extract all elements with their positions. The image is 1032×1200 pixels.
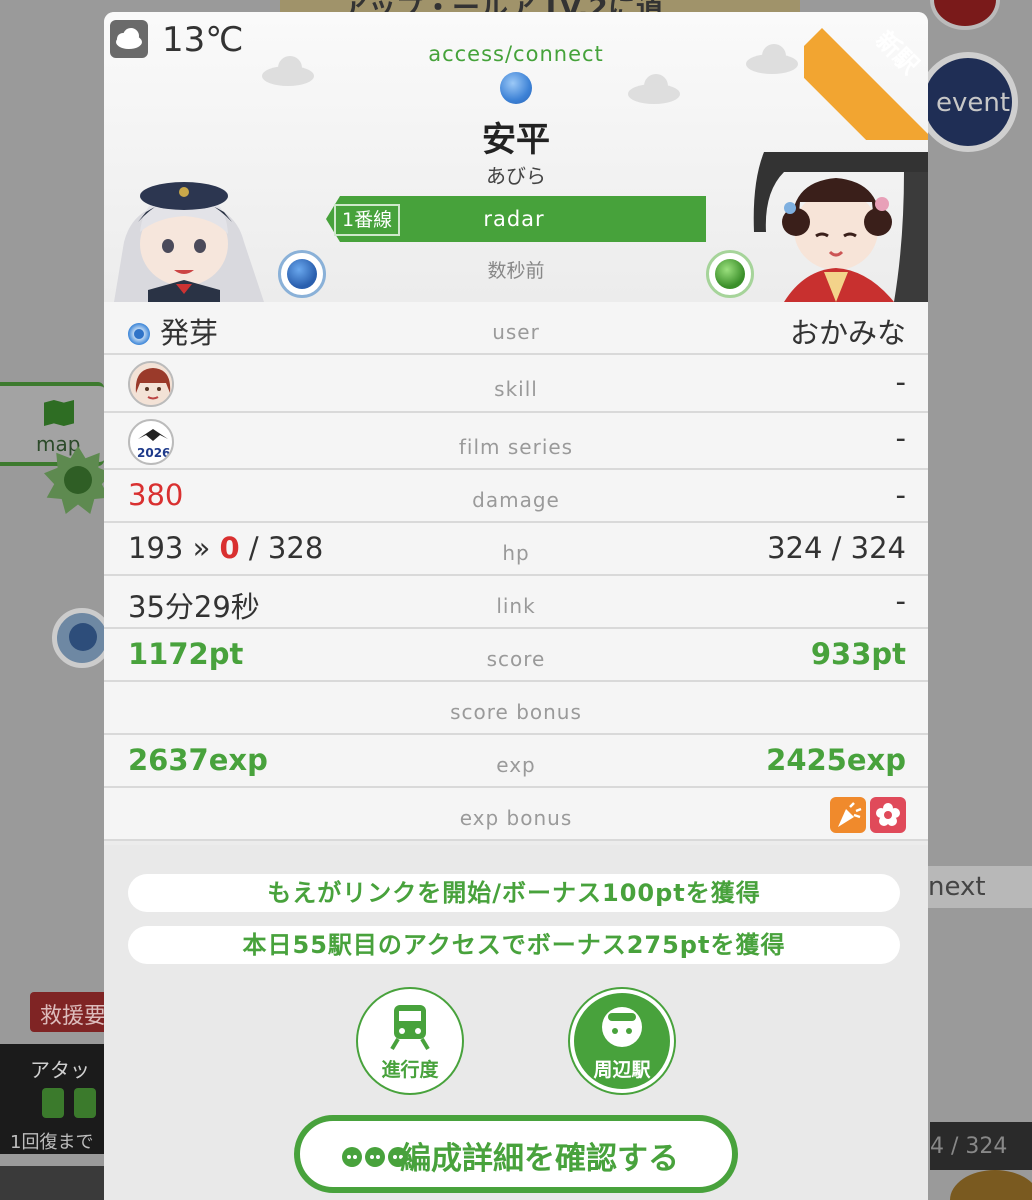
player-character-portrait bbox=[114, 182, 264, 302]
station-header: 13℃ access/connect 安平 あびら 1番線 radar 数秒前 bbox=[104, 12, 928, 302]
film-series-right: - bbox=[895, 421, 906, 455]
background-orange-button bbox=[950, 1170, 1032, 1200]
score-right: 933pt bbox=[810, 637, 906, 671]
flower-icon bbox=[870, 797, 906, 833]
background-bottom-left bbox=[0, 1166, 104, 1200]
stat-label: film series bbox=[458, 435, 574, 459]
confirm-formation-label: 編成詳細を確認する bbox=[400, 1141, 679, 1177]
stat-label: skill bbox=[494, 377, 538, 401]
attack-pip bbox=[74, 1088, 96, 1118]
stat-row-hp: 193 » 0 / 328 hp 324 / 324 bbox=[104, 523, 928, 576]
stat-label: damage bbox=[472, 488, 560, 512]
map-label: map bbox=[36, 432, 81, 456]
damage-right: - bbox=[895, 478, 906, 512]
train-icon bbox=[390, 1005, 430, 1051]
background-hp: 4 / 324 bbox=[930, 1122, 1032, 1170]
blue-team-icon bbox=[278, 250, 326, 298]
next-button: next bbox=[920, 866, 1032, 908]
stat-row-user: 発芽 user おかみな bbox=[104, 302, 928, 355]
stat-label: link bbox=[496, 594, 536, 618]
skill-right: - bbox=[895, 365, 906, 399]
user-right-name: おかみな bbox=[789, 316, 906, 350]
stat-label: score bbox=[486, 647, 546, 671]
opponent-character-portrait bbox=[753, 152, 928, 302]
access-result-panel: 13℃ access/connect 安平 あびら 1番線 radar 数秒前 bbox=[104, 12, 928, 1200]
map-icon bbox=[44, 400, 74, 426]
line-action: radar bbox=[483, 207, 545, 231]
background-hp-text: 4 / 324 bbox=[930, 1134, 1008, 1159]
event-label: event bbox=[936, 88, 1011, 118]
stat-row-score: 1172pt score 933pt bbox=[104, 629, 928, 682]
map-tab: map bbox=[0, 382, 104, 466]
stat-row-exp-bonus: exp bonus bbox=[104, 788, 928, 841]
stat-row-link: 35分29秒 link - bbox=[104, 576, 928, 629]
stat-row-exp: 2637exp exp 2425exp bbox=[104, 735, 928, 788]
blue-bubble-icon bbox=[52, 608, 112, 668]
event-button: event bbox=[918, 52, 1018, 152]
stat-row-film-series: 2026 film series - bbox=[104, 413, 928, 470]
attack-pip bbox=[42, 1088, 64, 1118]
nearby-stations-button[interactable]: 周辺駅 bbox=[570, 989, 674, 1093]
party-popper-icon bbox=[830, 797, 866, 833]
rescue-badge: 救援要 bbox=[30, 992, 110, 1032]
station-character-icon bbox=[602, 1007, 642, 1047]
bonus-message: もえがリンクを開始/ボーナス100ptを獲得 bbox=[128, 874, 900, 912]
stat-row-score-bonus: score bonus bbox=[104, 682, 928, 735]
stats-table: 発芽 user おかみな skill - 2026 film series - … bbox=[104, 302, 928, 841]
stat-label: exp bonus bbox=[459, 806, 573, 830]
rescue-label: 救援要 bbox=[40, 1004, 107, 1029]
result-footer: もえがリンクを開始/ボーナス100ptを獲得 本日55駅目のアクセスでボーナス2… bbox=[104, 845, 928, 1200]
hp-right: 324 / 324 bbox=[767, 531, 906, 565]
new-station-label: 新駅 bbox=[870, 25, 924, 80]
next-label: next bbox=[928, 872, 986, 902]
blue-orb-icon bbox=[500, 72, 532, 104]
exp-right: 2425exp bbox=[766, 743, 906, 777]
stat-label: score bonus bbox=[450, 700, 582, 724]
bonus-message: 本日55駅目のアクセスでボーナス275ptを獲得 bbox=[128, 926, 900, 964]
stat-row-skill: skill - bbox=[104, 355, 928, 413]
background-red-button bbox=[930, 0, 1000, 30]
stat-row-damage: 380 damage - bbox=[104, 470, 928, 523]
recover-label: 1回復まで bbox=[10, 1132, 94, 1153]
cloud-icon bbox=[628, 74, 680, 104]
line-tag: 1番線 bbox=[334, 204, 401, 236]
progress-label: 進行度 bbox=[381, 1059, 439, 1081]
progress-button[interactable]: 進行度 bbox=[358, 989, 462, 1093]
link-right: - bbox=[895, 584, 906, 618]
new-station-badge: 新駅 bbox=[804, 12, 928, 140]
nearby-stations-label: 周辺駅 bbox=[593, 1059, 651, 1081]
confirm-formation-button[interactable]: 編成詳細を確認する bbox=[294, 1115, 738, 1193]
attack-label: アタッ bbox=[30, 1058, 90, 1082]
attack-panel: アタッ 1回復まで bbox=[0, 1044, 104, 1154]
